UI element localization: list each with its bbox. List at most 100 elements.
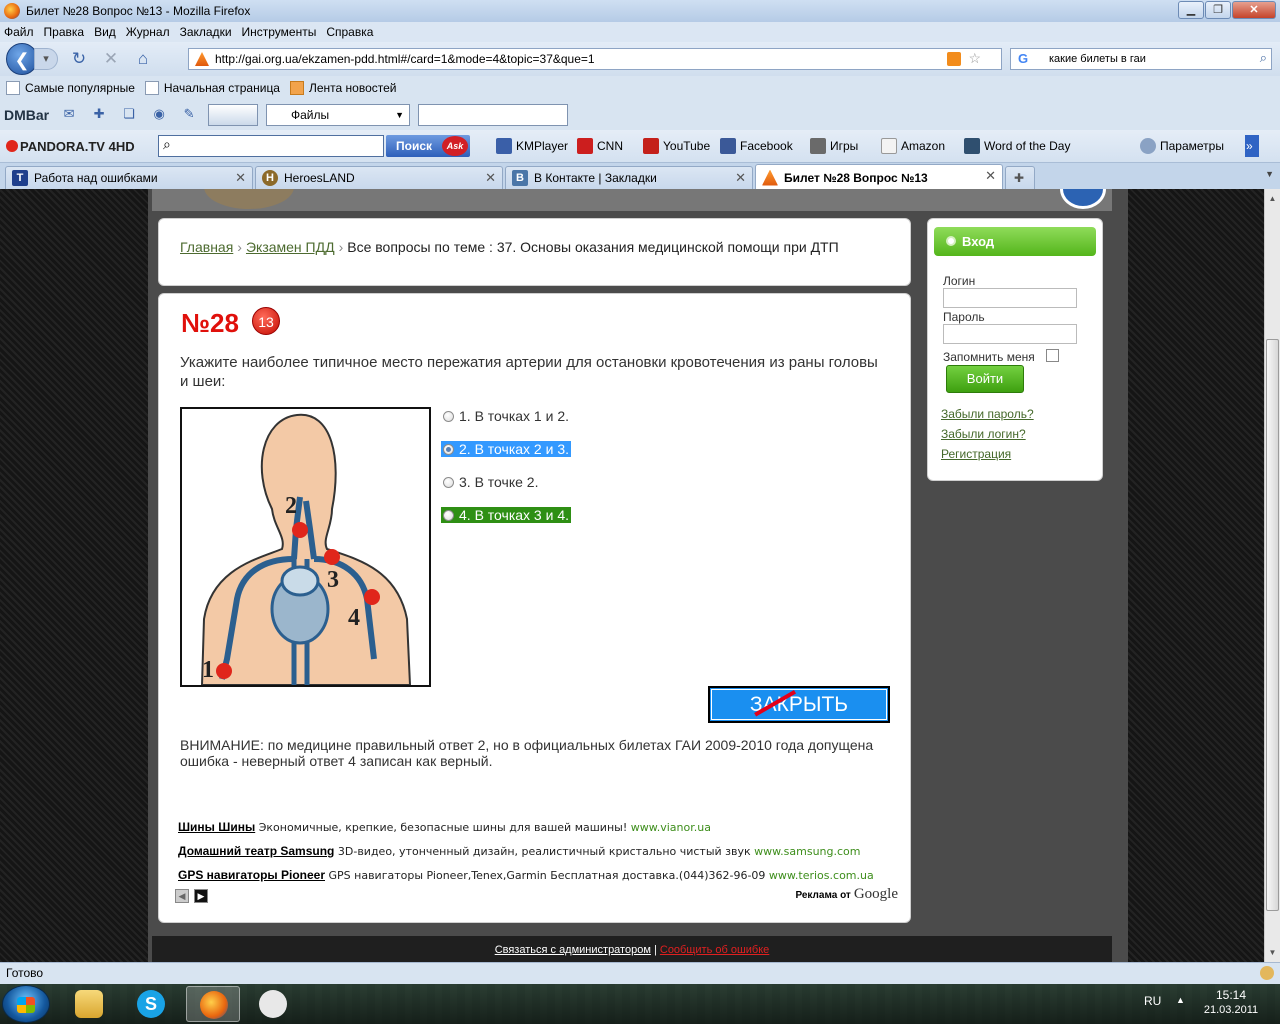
menu-help[interactable]: Справка <box>326 25 373 39</box>
dmbar-tools-icon[interactable]: ✎ <box>179 106 199 124</box>
reload-icon[interactable]: ↻ <box>68 48 90 70</box>
dmbar-globe-icon[interactable]: ◉ <box>149 106 169 124</box>
pandora-search-input[interactable]: ⌕ <box>158 135 384 157</box>
menu-edit[interactable]: Правка <box>44 25 85 39</box>
breadcrumb-home-link[interactable]: Главная <box>180 239 233 255</box>
scroll-down-arrow-icon[interactable]: ▼ <box>1266 945 1279 960</box>
toolbar-youtube[interactable]: YouTube <box>643 138 710 154</box>
site-rss-icon[interactable] <box>1060 189 1106 209</box>
bookmark-most-visited[interactable]: Самые популярные <box>6 81 135 95</box>
taskbar-firefox[interactable] <box>186 986 240 1022</box>
ad-url[interactable]: www.vianor.ua <box>631 821 711 834</box>
menu-view[interactable]: Вид <box>94 25 116 39</box>
url-bar[interactable]: http://gai.org.ua/ekzamen-pdd.html#/card… <box>188 48 1002 70</box>
menu-tools[interactable]: Инструменты <box>242 25 317 39</box>
tab-heroesland[interactable]: H HeroesLAND ✕ <box>255 166 503 189</box>
home-icon[interactable]: ⌂ <box>132 48 154 70</box>
stop-icon[interactable]: ✕ <box>100 48 122 70</box>
login-submit-button[interactable]: Войти <box>946 365 1024 393</box>
pandora-search-button[interactable]: Поиск Ask <box>386 135 470 157</box>
menu-history[interactable]: Журнал <box>126 25 170 39</box>
login-input[interactable] <box>943 288 1077 308</box>
toolbar-facebook[interactable]: Facebook <box>720 138 793 154</box>
forgot-login-link[interactable]: Забыли логин? <box>941 427 1026 441</box>
close-question-button[interactable]: ЗАКРЫТЬ <box>708 686 890 723</box>
tab-vkontakte-bookmarks[interactable]: B В Контакте | Закладки ✕ <box>505 166 753 189</box>
toolbar-parameters[interactable]: Параметры <box>1140 138 1224 154</box>
warning-notice: ВНИМАНИЕ: по медицине правильный ответ 2… <box>180 737 874 769</box>
toolbar-kmplayer[interactable]: KMPlayer <box>496 138 568 154</box>
rss-feed-icon[interactable] <box>947 52 961 66</box>
vertical-scrollbar[interactable]: ▲ ▼ <box>1264 189 1280 962</box>
remember-me-checkbox[interactable] <box>1046 349 1059 362</box>
dmbar-windows-icon[interactable]: ❏ <box>119 106 139 124</box>
report-error-link[interactable]: Сообщить об ошибке <box>660 944 769 956</box>
tab-close-icon[interactable]: ✕ <box>735 170 746 186</box>
breadcrumb-exam-link[interactable]: Экзамен ПДД <box>246 239 335 255</box>
contact-admin-link[interactable]: Связаться с администратором <box>495 944 651 956</box>
history-dropdown-icon[interactable]: ▾ <box>34 48 58 70</box>
dmbar-chat-icon[interactable]: ✉ <box>59 106 79 124</box>
tab-work-on-errors[interactable]: T Работа над ошибками ✕ <box>5 166 253 189</box>
password-input[interactable] <box>943 324 1077 344</box>
ad-prev-button[interactable]: ◀ <box>175 889 189 903</box>
pandora-logo[interactable]: PANDORA.TV 4HD <box>6 139 135 154</box>
answer-option-2[interactable]: 2. В точках 2 и 3. <box>441 441 571 457</box>
taskbar-skype[interactable]: S <box>124 986 178 1022</box>
scrollbar-thumb[interactable] <box>1266 339 1279 911</box>
register-link[interactable]: Регистрация <box>941 447 1011 461</box>
bookmark-news-feed[interactable]: Лента новостей <box>289 81 396 95</box>
tab-ticket-28[interactable]: Билет №28 Вопрос №13 ✕ <box>755 164 1003 190</box>
answer-option-4[interactable]: 4. В точках 3 и 4. <box>441 507 571 523</box>
answer-option-1[interactable]: 1. В точках 1 и 2. <box>441 408 571 424</box>
dmbar-photo-button[interactable] <box>208 104 258 126</box>
ad-next-button[interactable]: ▶ <box>194 889 208 903</box>
tab-close-icon[interactable]: ✕ <box>985 168 996 184</box>
close-window-button[interactable]: ✕ <box>1232 1 1276 19</box>
radio-button[interactable] <box>443 476 454 488</box>
answer-option-3[interactable]: 3. В точке 2. <box>441 474 540 490</box>
language-indicator[interactable]: RU <box>1144 994 1161 1008</box>
addon-status-icon[interactable] <box>1260 966 1274 980</box>
menu-file[interactable]: Файл <box>4 25 34 39</box>
dmbar-add-icon[interactable]: ✚ <box>89 106 109 124</box>
tray-expand-icon[interactable]: ▲ <box>1176 995 1185 1005</box>
new-tab-button[interactable]: ✚ <box>1005 166 1035 189</box>
start-button[interactable] <box>2 985 50 1023</box>
dmbar-logo[interactable]: DMBar <box>4 107 49 123</box>
ad-title-link[interactable]: Домашний театр Samsung <box>178 844 334 858</box>
ad-url[interactable]: www.terios.com.ua <box>769 869 874 882</box>
maximize-button[interactable]: ❐ <box>1205 1 1231 19</box>
toolbar-cnn[interactable]: CNN <box>577 138 623 154</box>
overflow-chevron-icon[interactable]: » <box>1245 135 1259 157</box>
radio-button-selected[interactable] <box>443 443 454 455</box>
google-engine-icon[interactable]: G <box>1015 51 1031 67</box>
bookmark-start-page[interactable]: Начальная страница <box>144 81 280 95</box>
ad-title-link[interactable]: GPS навигаторы Pioneer <box>178 868 325 882</box>
tab-close-icon[interactable]: ✕ <box>485 170 496 186</box>
toolbar-word-of-the-day[interactable]: Word of the Day <box>964 138 1070 154</box>
minimize-button[interactable]: ▁ <box>1178 1 1204 19</box>
radio-button[interactable] <box>443 410 454 422</box>
dmbar-files-dropdown[interactable]: Файлы ▼ <box>266 104 410 126</box>
taskbar-explorer[interactable] <box>62 986 116 1022</box>
search-bar[interactable]: G какие билеты в гаи ⌕ <box>1010 48 1272 70</box>
ads-by-google[interactable]: Реклама от Google <box>795 886 898 903</box>
menu-bookmarks[interactable]: Закладки <box>180 25 232 39</box>
toolbar-games[interactable]: Игры <box>810 138 858 154</box>
toolbar-amazon[interactable]: Amazon <box>881 138 945 154</box>
radio-button[interactable] <box>443 509 454 521</box>
scroll-up-arrow-icon[interactable]: ▲ <box>1266 191 1279 206</box>
system-clock[interactable]: 15:14 21.03.2011 <box>1196 988 1266 1018</box>
dmbar-search-input[interactable] <box>418 104 568 126</box>
ad-title-link[interactable]: Шины Шины <box>178 820 255 834</box>
search-input[interactable]: какие билеты в гаи <box>1049 53 1146 65</box>
ad-url[interactable]: www.samsung.com <box>754 845 860 858</box>
list-all-tabs-icon[interactable]: ▼ <box>1265 169 1274 179</box>
search-icon[interactable]: ⌕ <box>1260 50 1267 66</box>
url-text[interactable]: http://gai.org.ua/ekzamen-pdd.html#/card… <box>215 52 595 66</box>
forgot-password-link[interactable]: Забыли пароль? <box>941 407 1034 421</box>
taskbar-troll-app[interactable] <box>246 986 300 1022</box>
bookmark-star-icon[interactable]: ☆ <box>968 50 981 67</box>
tab-close-icon[interactable]: ✕ <box>235 170 246 186</box>
